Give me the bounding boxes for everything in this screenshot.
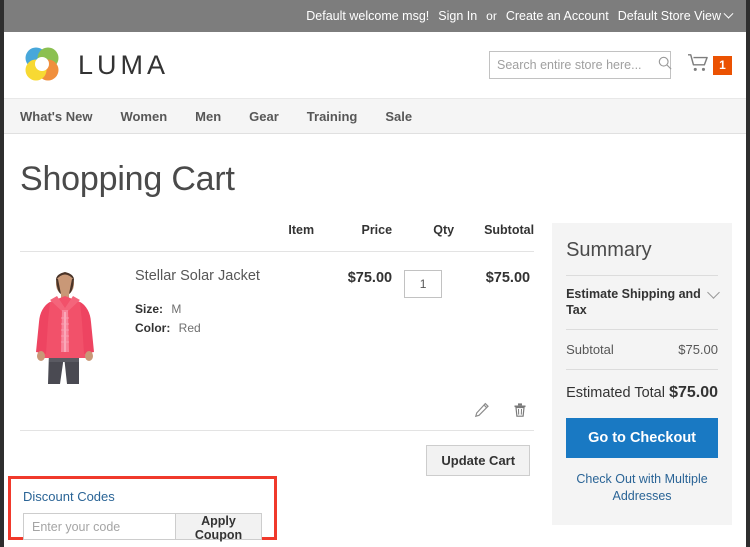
multiple-addresses-link[interactable]: Check Out with Multiple Addresses — [566, 471, 718, 505]
logo-link[interactable]: LUMA — [20, 43, 169, 87]
option-size-label: Size: — [135, 302, 164, 316]
search-input[interactable] — [497, 58, 658, 72]
option-color: Color: Red — [135, 319, 314, 337]
search-icon[interactable] — [658, 56, 672, 75]
option-size-value: M — [171, 302, 182, 316]
utility-topbar: Default welcome msg! Sign In or Create a… — [4, 0, 746, 32]
product-options-list: Size: M Color: Red — [135, 300, 314, 337]
table-header-row: Item Price Qty Subtotal — [20, 223, 535, 252]
estimated-total-label: Estimated Total — [566, 385, 665, 401]
summary-panel: Summary Estimate Shipping and Tax Subtot… — [552, 223, 732, 525]
subtotal-row: Subtotal $75.00 — [566, 330, 718, 370]
nav-item-training[interactable]: Training — [307, 109, 358, 124]
nav-item-whats-new[interactable]: What's New — [20, 109, 92, 124]
nav-item-women[interactable]: Women — [120, 109, 167, 124]
cart-items-section: Item Price Qty Subtotal Stellar Solar Ja… — [20, 223, 535, 476]
option-color-label: Color: — [135, 321, 171, 335]
brand-name: LUMA — [78, 49, 170, 80]
welcome-message: Default welcome msg! — [306, 9, 430, 23]
subtotal-value: $75.00 — [678, 342, 718, 357]
order-summary-sidebar: Summary Estimate Shipping and Tax Subtot… — [552, 223, 732, 525]
option-color-value: Red — [178, 321, 201, 335]
search-box[interactable] — [489, 51, 672, 79]
product-thumbnail[interactable] — [22, 266, 108, 388]
apply-coupon-button[interactable]: Apply Coupon — [175, 513, 262, 542]
discount-codes-section: Discount Codes Apply Coupon — [8, 476, 277, 542]
nav-item-sale[interactable]: Sale — [385, 109, 412, 124]
luma-logo-icon — [20, 43, 64, 87]
update-cart-button[interactable]: Update Cart — [426, 445, 531, 476]
store-view-label: Default Store View — [617, 9, 721, 23]
estimate-shipping-label: Estimate Shipping and Tax — [566, 287, 701, 317]
product-image-cell — [20, 252, 135, 388]
header-actions: 1 — [489, 51, 732, 79]
or-separator: or — [486, 9, 497, 23]
cart-item-count-badge: 1 — [713, 55, 732, 75]
table-row: Stellar Solar Jacket Size: M Color: Red — [20, 252, 534, 389]
site-header: LUMA 1 — [4, 32, 746, 98]
item-actions — [20, 388, 535, 431]
quantity-input[interactable] — [404, 270, 443, 298]
cart-action-bar: Update Cart — [20, 431, 534, 476]
main-navigation: What's New Women Men Gear Training Sale — [4, 98, 746, 134]
discount-codes-toggle[interactable]: Discount Codes — [23, 489, 262, 504]
chevron-down-icon — [707, 286, 720, 299]
store-view-switcher[interactable]: Default Store View — [617, 8, 734, 23]
coupon-code-input[interactable] — [23, 513, 175, 540]
product-price: $75.00 — [347, 270, 393, 286]
column-header-item: Item — [20, 223, 315, 252]
nav-item-gear[interactable]: Gear — [249, 109, 279, 124]
shopping-cart-icon — [687, 53, 709, 78]
column-header-price: Price — [314, 223, 393, 252]
sign-in-link[interactable]: Sign In — [438, 9, 477, 23]
estimate-shipping-toggle[interactable]: Estimate Shipping and Tax — [566, 276, 720, 330]
coupon-form: Apply Coupon — [23, 513, 262, 542]
page-title: Shopping Cart — [20, 160, 235, 198]
browser-page: Default welcome msg! Sign In or Create a… — [0, 0, 750, 547]
main-content: Shopping Cart Item Price Qty Subtotal St… — [4, 134, 746, 525]
subtotal-label: Subtotal — [566, 342, 614, 357]
summary-title: Summary — [566, 239, 718, 276]
estimated-total-row: Estimated Total $75.00 — [566, 370, 718, 418]
product-name-link[interactable]: Stellar Solar Jacket — [135, 266, 314, 284]
estimated-total-value: $75.00 — [669, 384, 718, 401]
create-account-link[interactable]: Create an Account — [506, 9, 609, 23]
chevron-down-icon — [723, 8, 734, 19]
column-header-qty: Qty — [392, 223, 455, 252]
column-header-subtotal: Subtotal — [454, 223, 535, 252]
mini-cart-button[interactable]: 1 — [687, 53, 732, 78]
delete-trash-icon[interactable] — [512, 402, 528, 418]
nav-item-men[interactable]: Men — [195, 109, 221, 124]
product-qty-cell — [392, 252, 454, 389]
cart-table: Item Price Qty Subtotal Stellar Solar Ja… — [20, 223, 535, 389]
go-to-checkout-button[interactable]: Go to Checkout — [566, 418, 718, 458]
option-size: Size: M — [135, 300, 314, 318]
product-details-cell: Stellar Solar Jacket Size: M Color: Red — [135, 252, 314, 389]
product-subtotal: $75.00 — [485, 270, 531, 286]
edit-pencil-icon[interactable] — [474, 402, 490, 418]
